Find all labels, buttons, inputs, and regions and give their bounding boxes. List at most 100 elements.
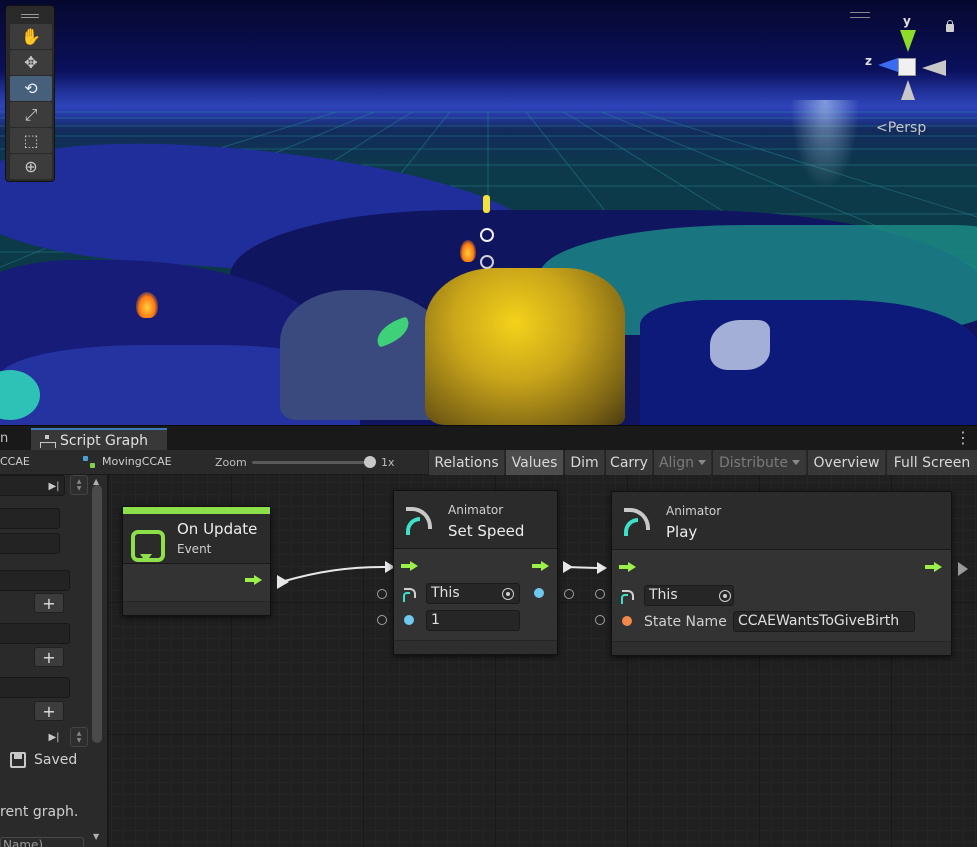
palette-drag-handle[interactable] — [10, 9, 50, 23]
sidebar-name-field[interactable]: Name) — [0, 837, 84, 847]
node-title: On Update — [177, 520, 258, 538]
flow-output-port-icon[interactable] — [532, 561, 550, 571]
projection-toggle[interactable]: <Persp — [876, 120, 926, 136]
sidebar-field[interactable] — [0, 508, 60, 529]
set-speed-target-input-port[interactable] — [377, 589, 387, 599]
gizmo-drag-handle[interactable] — [850, 12, 870, 18]
zoom-slider[interactable] — [252, 461, 370, 464]
axis-z-cone-icon[interactable] — [878, 58, 898, 72]
sidebar-field[interactable] — [0, 570, 70, 591]
rect-tool-icon[interactable]: ⬚ — [10, 128, 52, 153]
graph-canvas[interactable]: On Update Event Animator Set Speed This … — [109, 475, 977, 847]
string-port-icon — [622, 616, 632, 626]
play-node[interactable]: Animator Play This State Name CCAEWantsT… — [611, 491, 952, 656]
zoom-slider-thumb[interactable] — [364, 456, 376, 468]
flow-connection — [280, 566, 386, 583]
scroll-down-icon[interactable]: ▼ — [93, 832, 99, 841]
hand-tool-icon[interactable]: ✋ — [10, 24, 52, 49]
update-event-icon — [131, 530, 165, 562]
fire-object[interactable] — [136, 292, 158, 318]
node-subtitle: Animator — [666, 504, 722, 518]
stepper-icon[interactable]: ▲ ▼ — [70, 475, 88, 495]
collapse-icon[interactable]: ▶| — [46, 729, 62, 745]
move-tool-icon[interactable]: ✥ — [10, 50, 52, 75]
transform-pivot-icon — [480, 255, 494, 269]
transform-tool-icon[interactable]: ⊕ — [10, 154, 52, 179]
breadcrumb-graph[interactable]: MovingCCAE — [83, 455, 172, 468]
speed-value-field[interactable]: 1 — [426, 610, 520, 631]
sidebar-field[interactable] — [0, 533, 60, 554]
add-button[interactable]: + — [34, 593, 64, 613]
dim-button[interactable]: Dim — [564, 450, 604, 475]
stepper-icon[interactable]: ▲ ▼ — [70, 727, 88, 747]
overview-button[interactable]: Overview — [807, 450, 885, 475]
set-speed-output-value-port[interactable] — [564, 589, 574, 599]
flow-output-port-icon[interactable] — [245, 575, 263, 585]
node-subtitle: Animator — [448, 503, 504, 517]
play-target-input-port[interactable] — [595, 589, 605, 599]
set-speed-node[interactable]: Animator Set Speed This 1 — [393, 490, 558, 655]
values-button[interactable]: Values — [505, 450, 563, 475]
state-name-field[interactable]: CCAEWantsToGiveBirth — [733, 611, 915, 632]
flow-input-port-icon[interactable] — [401, 561, 419, 571]
add-button[interactable]: + — [34, 647, 64, 667]
light-icon — [483, 195, 490, 213]
relations-button[interactable]: Relations — [428, 450, 504, 475]
scene-view[interactable]: ✋ ✥ ⟲ ⤢ ⬚ ⊕ y z <Persp — [0, 0, 977, 425]
collapse-icon[interactable]: ▶| — [46, 478, 62, 494]
rotate-tool-icon[interactable]: ⟲ — [10, 76, 52, 101]
animator-icon — [622, 504, 656, 538]
carry-button[interactable]: Carry — [605, 450, 652, 475]
distribute-label: Distribute — [719, 454, 788, 471]
scale-tool-icon[interactable]: ⤢ — [10, 102, 52, 127]
set-speed-output-port[interactable] — [534, 588, 544, 598]
graph-inspector-sidebar: ▶| ▲ ▼ + + + ▶| ▲ ▼ ▲ ▼ Saved rent graph. … — [0, 475, 108, 847]
set-speed-value-input-port[interactable] — [377, 615, 387, 625]
sidebar-hint-text: rent graph. — [0, 804, 79, 820]
distribute-dropdown: Distribute — [712, 450, 806, 475]
connection-arrow-icon — [597, 562, 607, 574]
terrain-mesh — [640, 300, 977, 425]
fire-object[interactable] — [460, 240, 476, 262]
window-menu-icon[interactable]: ⋮ — [955, 428, 971, 447]
particle-icon — [480, 228, 494, 242]
selected-rock-object[interactable] — [425, 268, 625, 425]
light-gizmo[interactable] — [480, 195, 494, 269]
axis-y-cone-icon[interactable] — [900, 30, 916, 52]
node-title: Set Speed — [448, 522, 525, 540]
on-update-node[interactable]: On Update Event — [122, 506, 271, 616]
unity-editor: ✋ ✥ ⟲ ⤢ ⬚ ⊕ y z <Persp n Script Graph ⋮ — [0, 0, 977, 847]
sidebar-field[interactable] — [0, 623, 70, 644]
play-state-input-port[interactable] — [595, 615, 605, 625]
orientation-gizmo[interactable]: y z <Persp — [850, 10, 970, 140]
state-name-label: State Name — [644, 614, 727, 630]
tab-previous[interactable]: n — [0, 431, 8, 446]
node-footer — [612, 641, 951, 655]
axis-down-cone-icon[interactable] — [901, 80, 915, 100]
tab-label: Script Graph — [60, 432, 148, 449]
window-tab-bar: n Script Graph ⋮ — [0, 425, 977, 451]
connection-source-icon — [563, 561, 573, 573]
sidebar-scrollbar[interactable] — [92, 485, 102, 743]
graph-icon — [83, 455, 97, 468]
spotlight-beam — [790, 100, 860, 190]
flow-output-port-icon[interactable] — [925, 562, 943, 572]
lock-icon[interactable] — [946, 20, 954, 32]
save-status[interactable]: Saved — [10, 752, 77, 768]
node-title: Play — [666, 523, 698, 541]
connection-source-icon — [277, 575, 289, 589]
output-flow-port-icon[interactable] — [958, 562, 968, 576]
breadcrumb-object[interactable]: CCAE — [0, 455, 30, 468]
flow-input-port-icon[interactable] — [619, 562, 637, 572]
full-screen-button[interactable]: Full Screen — [886, 450, 977, 475]
tab-script-graph[interactable]: Script Graph — [31, 428, 167, 451]
sidebar-field[interactable] — [0, 677, 70, 698]
tool-palette: ✋ ✥ ⟲ ⤢ ⬚ ⊕ — [5, 5, 55, 182]
object-picker-icon[interactable] — [502, 588, 514, 600]
gizmo-center-cube-icon[interactable] — [898, 58, 916, 76]
add-button[interactable]: + — [34, 701, 64, 721]
object-picker-icon[interactable] — [719, 590, 731, 602]
animator-icon — [404, 503, 438, 537]
axis-y-label: y — [903, 14, 911, 28]
axis-x-cone-icon[interactable] — [922, 60, 946, 76]
